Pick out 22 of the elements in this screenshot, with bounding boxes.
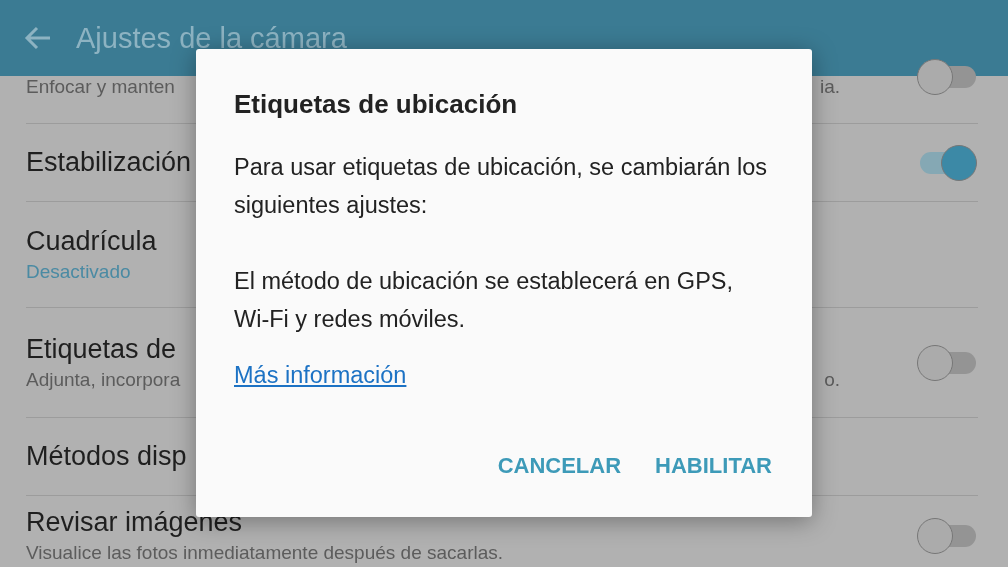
toggle-switch[interactable] bbox=[916, 58, 978, 96]
back-arrow-icon[interactable] bbox=[24, 26, 52, 50]
screen-title: Ajustes de la cámara bbox=[76, 21, 347, 55]
more-info-link[interactable]: Más información bbox=[234, 362, 407, 389]
setting-description: Adjunta, incorpora bbox=[26, 369, 181, 391]
setting-title: Estabilización bbox=[26, 147, 192, 178]
dialog-message: El método de ubicación se establecerá en GPS, Wi-Fi y redes móviles. bbox=[234, 267, 735, 334]
setting-title: Etiquetas de bbox=[26, 334, 177, 365]
toggle-switch[interactable] bbox=[916, 343, 978, 382]
setting-title: Métodos disp bbox=[26, 441, 187, 472]
toggle-switch[interactable] bbox=[916, 516, 978, 555]
setting-title: Cuadrícula bbox=[26, 226, 157, 257]
setting-description: ia. bbox=[819, 76, 840, 98]
dialog-message: Para usar etiquetas de ubicación, se cambiarán los siguientes ajustes: bbox=[234, 153, 768, 220]
setting-title: Revisar imágenes bbox=[26, 507, 243, 538]
cancel-button[interactable]: CANCELAR bbox=[487, 445, 632, 487]
enable-button[interactable]: HABILITAR bbox=[645, 445, 782, 487]
setting-description: o. bbox=[824, 369, 840, 391]
dialog-title: Etiquetas de ubicación bbox=[234, 89, 519, 120]
setting-description: Desactivado bbox=[26, 261, 131, 283]
setting-description: Enfocar y manten bbox=[26, 76, 175, 98]
setting-description: Visualice las fotos inmediatamente después de sacarlas. bbox=[26, 542, 504, 564]
